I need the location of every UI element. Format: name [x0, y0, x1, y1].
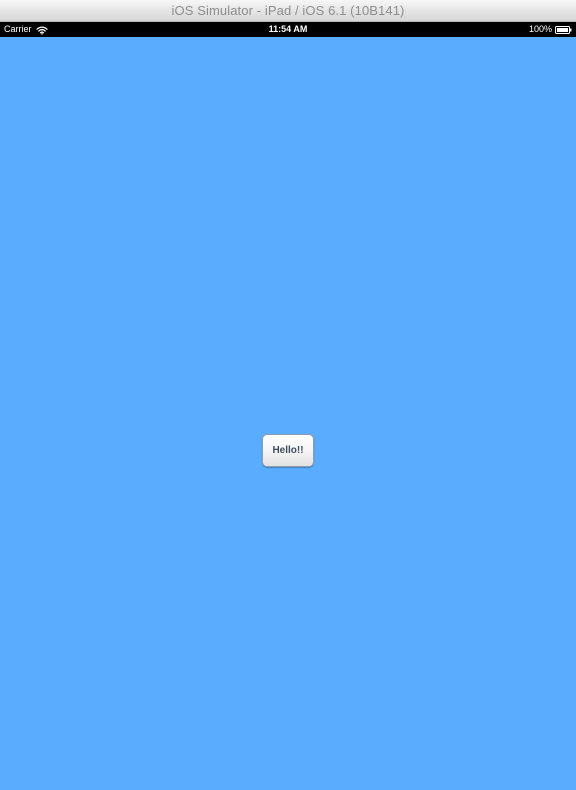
- ios-status-bar: Carrier 11:54 AM 100%: [0, 22, 576, 37]
- battery-status: 100%: [529, 24, 572, 35]
- main-content-area: Hello!!: [0, 37, 576, 790]
- window-title: iOS Simulator - iPad / iOS 6.1 (10B141): [171, 3, 405, 18]
- battery-percentage: 100%: [528, 24, 552, 34]
- status-time: 11:54 AM: [268, 24, 308, 34]
- window-titlebar[interactable]: iOS Simulator - iPad / iOS 6.1 (10B141): [0, 0, 576, 22]
- ios-simulator-window: iOS Simulator - iPad / iOS 6.1 (10B141) …: [0, 0, 576, 790]
- hello-button[interactable]: Hello!!: [262, 434, 314, 467]
- battery-icon: [555, 25, 572, 34]
